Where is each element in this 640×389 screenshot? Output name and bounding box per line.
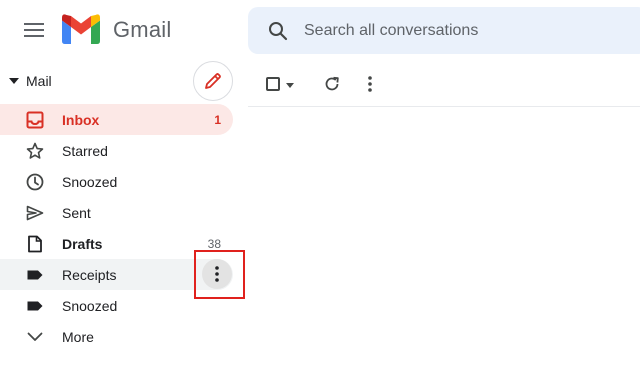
- label-icon: [25, 265, 45, 285]
- select-all-checkbox[interactable]: [262, 72, 302, 96]
- sidebar-item-snoozed[interactable]: Snoozed: [0, 166, 233, 197]
- checkbox-icon: [266, 77, 280, 91]
- mail-section-header[interactable]: Mail: [0, 70, 120, 92]
- gmail-logo-icon[interactable]: [62, 14, 100, 44]
- refresh-button[interactable]: [320, 72, 344, 96]
- app-title: Gmail: [113, 17, 172, 42]
- more-options-button[interactable]: [358, 72, 382, 96]
- sidebar-item-label: Inbox: [62, 111, 100, 128]
- sidebar-item-label: Snoozed: [62, 173, 118, 190]
- refresh-icon: [325, 76, 339, 91]
- sidebar-item-snoozed-label[interactable]: Snoozed: [0, 290, 233, 321]
- search-icon[interactable]: [254, 7, 302, 54]
- sidebar-item-label: Snoozed: [62, 297, 118, 314]
- label-icon: [25, 296, 45, 316]
- sidebar-item-starred[interactable]: Starred: [0, 135, 233, 166]
- main-menu-button[interactable]: [22, 18, 46, 42]
- sidebar-item-label: More: [62, 328, 94, 345]
- compose-button[interactable]: [193, 61, 233, 101]
- search-bar[interactable]: [248, 7, 640, 54]
- mail-section-title: Mail: [26, 73, 52, 89]
- chevron-down-icon: [25, 327, 45, 347]
- caret-down-icon: [0, 78, 26, 84]
- draft-icon: [25, 234, 45, 254]
- hamburger-icon: [24, 23, 44, 37]
- pencil-icon: [205, 73, 221, 89]
- send-icon: [25, 203, 45, 223]
- drafts-count: 38: [207, 236, 221, 251]
- sidebar-item-more[interactable]: More: [0, 321, 233, 352]
- sidebar-item-inbox[interactable]: Inbox 1: [0, 104, 233, 135]
- sidebar-item-label: Sent: [62, 204, 91, 221]
- star-icon: [25, 141, 45, 161]
- sidebar-item-label: Starred: [62, 142, 108, 159]
- toolbar-divider: [248, 106, 640, 107]
- caret-down-icon: [286, 75, 294, 93]
- sidebar-item-label: Drafts: [62, 235, 103, 252]
- more-vertical-icon: [368, 76, 372, 92]
- clock-icon: [25, 172, 45, 192]
- sidebar-item-label: Receipts: [62, 266, 117, 283]
- inbox-icon: [25, 110, 45, 130]
- sidebar-item-sent[interactable]: Sent: [0, 197, 233, 228]
- unread-count: 1: [214, 112, 221, 127]
- search-input[interactable]: [302, 21, 632, 40]
